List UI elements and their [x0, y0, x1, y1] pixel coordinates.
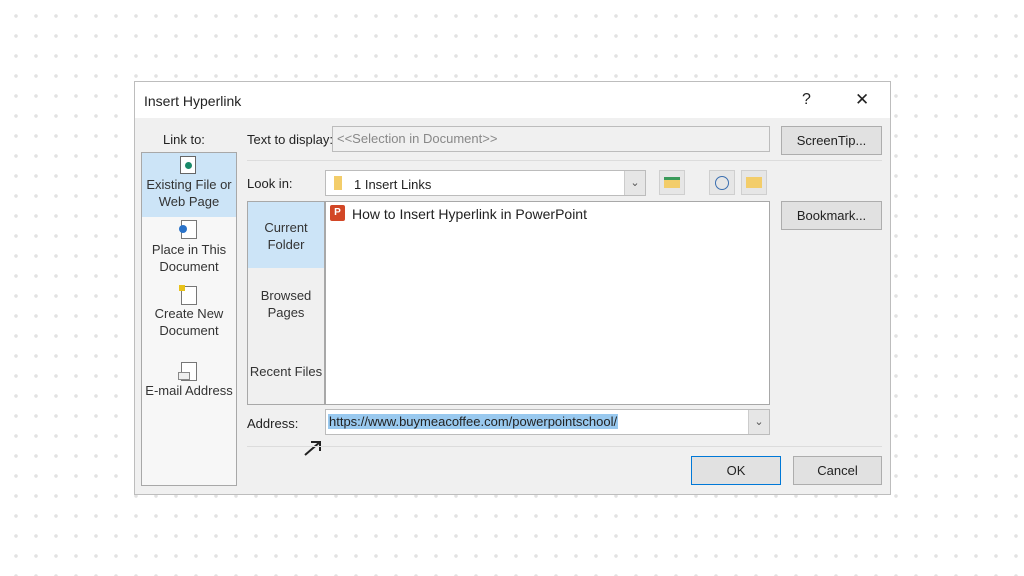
- address-value: https://www.buymeacoffee.com/powerpoints…: [328, 414, 619, 429]
- chevron-down-icon[interactable]: ⌄: [624, 171, 645, 195]
- look-in-dropdown[interactable]: 1 Insert Links ⌄: [325, 170, 646, 196]
- existing-file-icon: [180, 156, 196, 174]
- bookmark-button[interactable]: Bookmark...: [781, 201, 882, 230]
- text-to-display-label: Text to display:: [247, 132, 333, 147]
- look-in-value: 1 Insert Links: [354, 177, 432, 192]
- chevron-down-icon[interactable]: ⌄: [748, 410, 769, 434]
- up-folder-icon[interactable]: [659, 170, 685, 195]
- arrow-annotation-icon: [304, 441, 321, 456]
- title-bar: Insert Hyperlink ? ✕: [135, 82, 890, 118]
- address-field[interactable]: https://www.buymeacoffee.com/powerpoints…: [325, 409, 770, 435]
- tab-current-folder[interactable]: Current Folder: [248, 202, 324, 268]
- place-in-document-icon: [179, 220, 197, 239]
- browse-file-icon[interactable]: [741, 170, 767, 195]
- powerpoint-file-icon: P: [330, 205, 345, 221]
- close-button[interactable]: ✕: [855, 90, 869, 110]
- address-label: Address:: [247, 416, 299, 431]
- email-icon: [178, 362, 197, 381]
- ok-button[interactable]: OK: [691, 456, 781, 485]
- tab-browsed-pages[interactable]: Browsed Pages: [248, 287, 324, 321]
- browse-web-icon[interactable]: [709, 170, 735, 195]
- file-list: P How to Insert Hyperlink in PowerPoint: [325, 201, 770, 405]
- cancel-button[interactable]: Cancel: [793, 456, 882, 485]
- help-button[interactable]: ?: [802, 91, 811, 109]
- link-to-place-in-document[interactable]: Place in This Document: [142, 241, 236, 275]
- text-to-display-field[interactable]: <<Selection in Document>>: [332, 126, 770, 152]
- look-in-label: Look in:: [247, 176, 293, 191]
- link-to-label-2: Web Page: [158, 194, 220, 209]
- link-to-label-1: Existing File or: [146, 177, 232, 192]
- folder-icon: [334, 176, 342, 190]
- dialog-title: Insert Hyperlink: [144, 93, 242, 109]
- new-document-icon: [179, 285, 197, 305]
- link-to-create-new[interactable]: Create New Document: [142, 305, 236, 339]
- file-item[interactable]: How to Insert Hyperlink in PowerPoint: [352, 206, 587, 222]
- screentip-button[interactable]: ScreenTip...: [781, 126, 882, 155]
- link-to-email[interactable]: E-mail Address: [142, 382, 236, 399]
- divider: [247, 446, 882, 447]
- tab-recent-files[interactable]: Recent Files: [248, 363, 324, 380]
- link-to-label: Link to:: [163, 132, 205, 147]
- divider: [247, 160, 882, 161]
